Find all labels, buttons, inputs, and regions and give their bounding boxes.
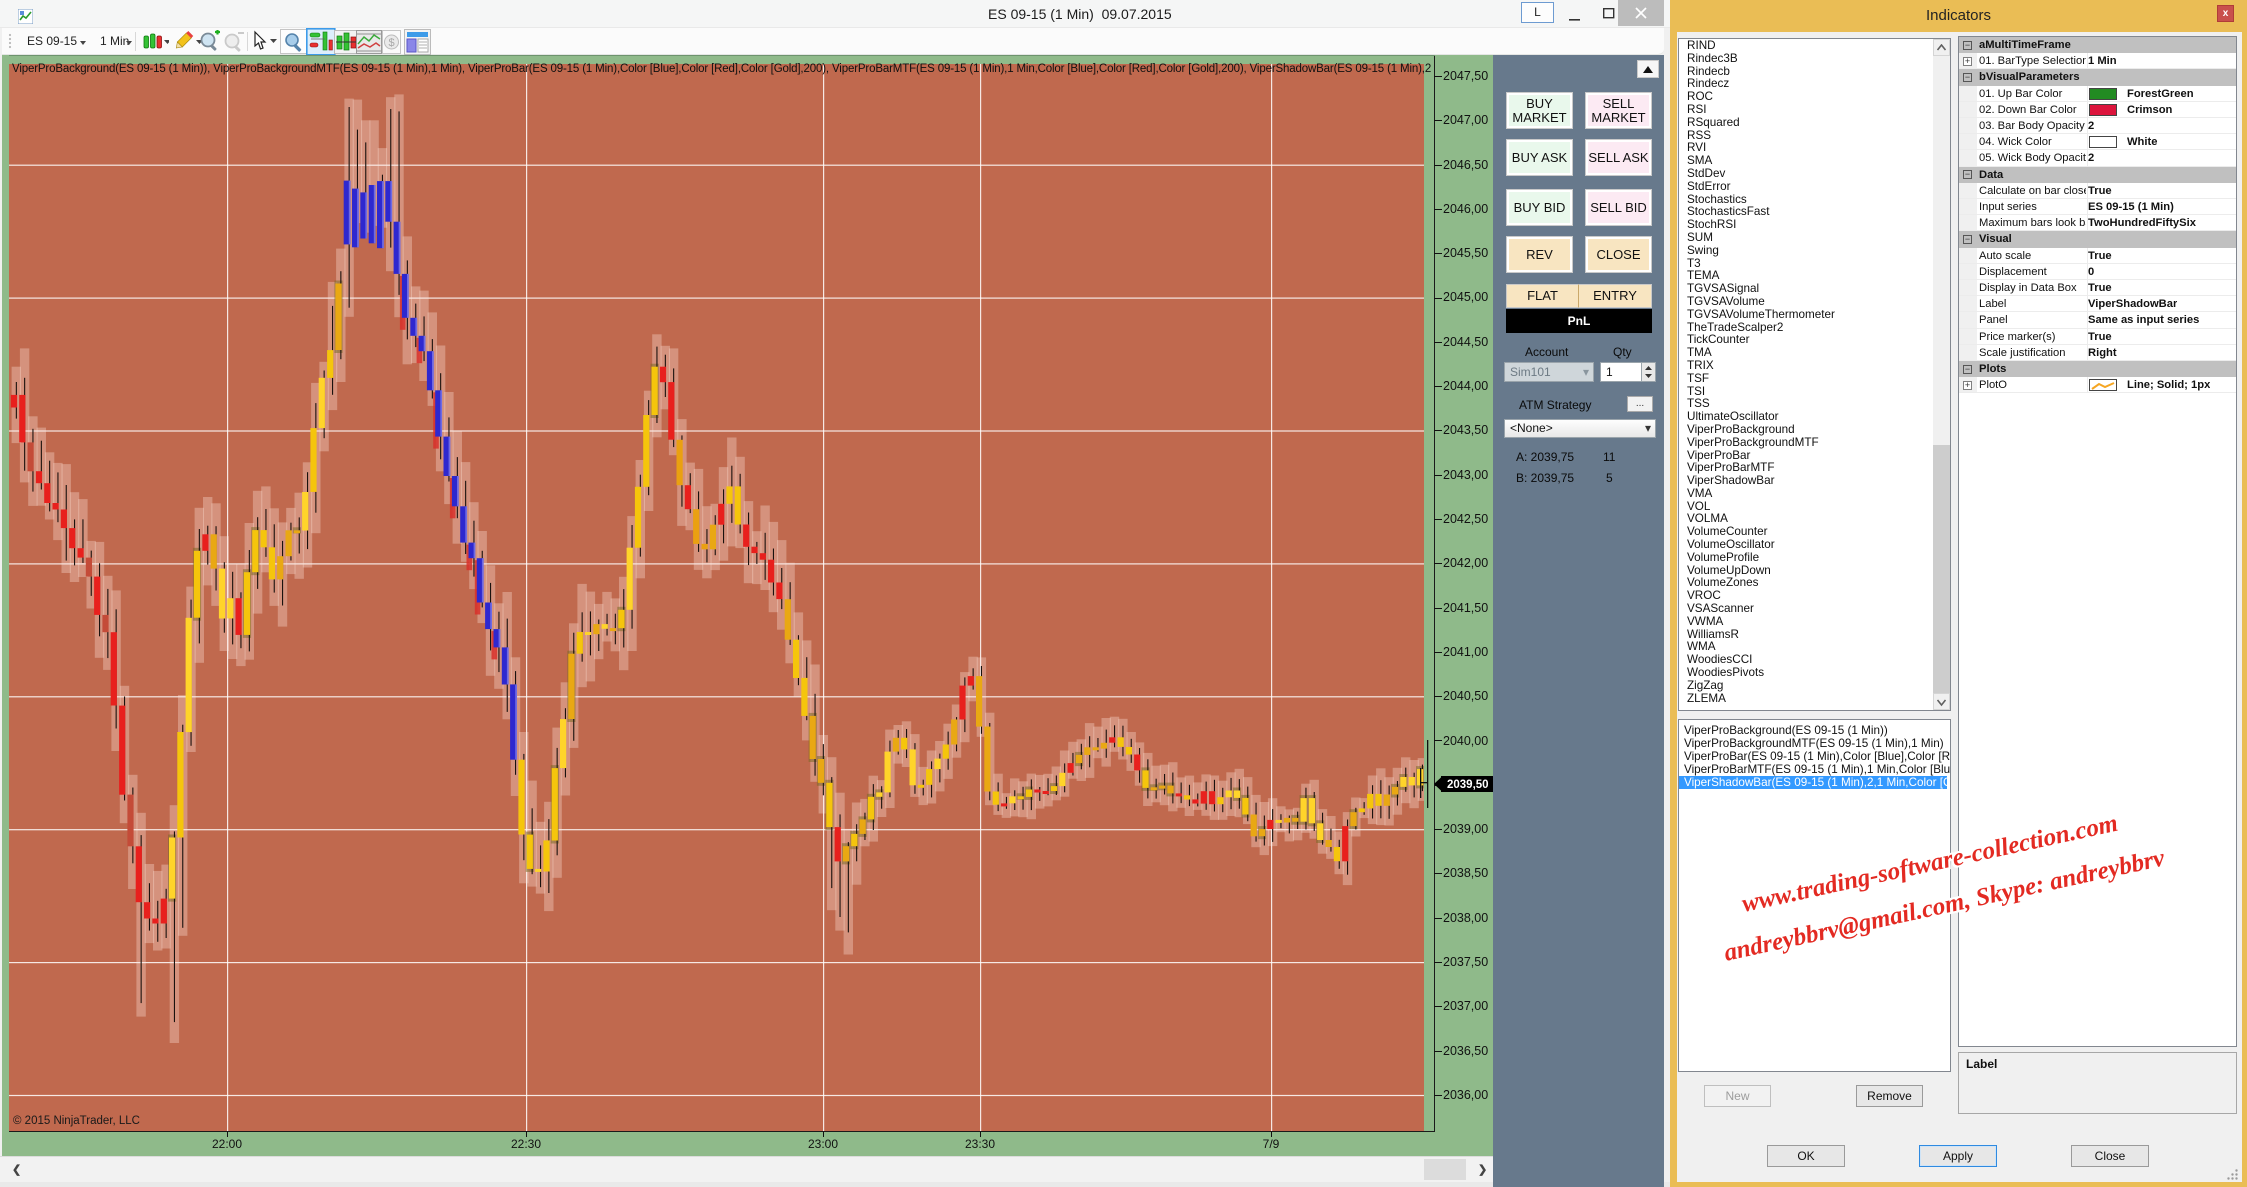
svg-text:2039,50: 2039,50 (1447, 779, 1489, 791)
svg-text:$: $ (389, 37, 395, 49)
